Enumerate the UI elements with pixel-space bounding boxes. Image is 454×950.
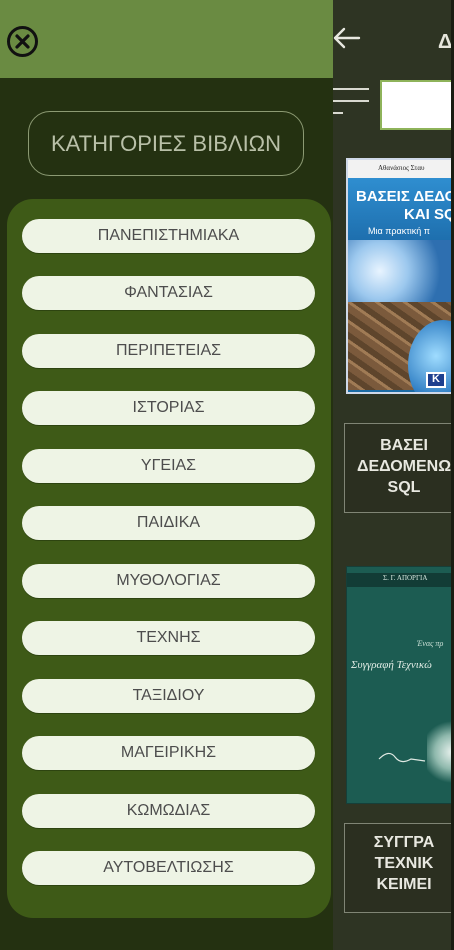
publisher-logo: K — [426, 372, 446, 388]
book-title-line: ΤΕΧΝΙΚ — [374, 855, 434, 872]
hamburger-menu-icon[interactable] — [333, 86, 369, 118]
book-title-line: ΣΥΓΓΡΑ — [373, 834, 435, 851]
book-title-line: ΚΕΙΜΕΙ — [376, 876, 432, 893]
cover-author: Αθανάσιος Σταυ — [378, 164, 425, 172]
categories-heading: ΚΑΤΗΓΟΡΙΕΣ ΒΙΒΛΙΩΝ — [28, 111, 304, 176]
category-item[interactable]: ΤΑΞΙΔΙΟΥ — [22, 679, 315, 713]
category-item[interactable]: ΤΕΧΝΗΣ — [22, 621, 315, 655]
cover-title: Συγγραφή Τεχνικώ — [351, 659, 432, 671]
book-title-2[interactable]: ΣΥΓΓΡΑ ΤΕΧΝΙΚ ΚΕΙΜΕΙ — [344, 823, 454, 913]
cover-title-line1: ΒΑΣΕΙΣ ΔΕΔΟ — [356, 188, 454, 205]
book-cover-2[interactable]: Σ. Γ. ΑΠΟΡΓΙΑ Ένας πρ Συγγραφή Τεχνικώ — [346, 566, 454, 804]
cover-subtitle: Μια πρακτική π — [368, 226, 431, 236]
signature-squiggle — [378, 752, 426, 763]
cover-author: Σ. Γ. ΑΠΟΡΓΙΑ — [383, 574, 428, 582]
category-item[interactable]: ΦΑΝΤΑΣΙΑΣ — [22, 276, 315, 310]
category-item[interactable]: ΚΩΜΩΔΙΑΣ — [22, 794, 315, 828]
cover-tagline: Ένας πρ — [417, 639, 444, 648]
category-item[interactable]: ΙΣΤΟΡΙΑΣ — [22, 391, 315, 425]
category-item[interactable]: ΥΓΕΙΑΣ — [22, 449, 315, 483]
category-list: ΠΑΝΕΠΙΣΤΗΜΙΑΚΑ ΦΑΝΤΑΣΙΑΣ ΠΕΡΙΠΕΤΕΙΑΣ ΙΣΤ… — [7, 199, 331, 918]
book-title-line: SQL — [387, 479, 421, 496]
drawer-header — [0, 0, 333, 78]
category-item[interactable]: ΠΑΝΕΠΙΣΤΗΜΙΑΚΑ — [22, 219, 315, 253]
close-circle-icon[interactable] — [6, 25, 39, 58]
categories-drawer: ΚΑΤΗΓΟΡΙΕΣ ΒΙΒΛΙΩΝ ΠΑΝΕΠΙΣΤΗΜΙΑΚΑ ΦΑΝΤΑΣ… — [0, 0, 333, 950]
category-item[interactable]: ΠΑΙΔΙΚΑ — [22, 506, 315, 540]
search-input[interactable] — [380, 80, 454, 130]
book-title-1[interactable]: ΒΑΣΕΙ ΔΕΔΟΜΕΝΩ SQL — [344, 423, 454, 513]
cover-title-line2: ΚΑΙ SQ — [404, 206, 454, 223]
book-cover-1[interactable]: Αθανάσιος Σταυ ΒΑΣΕΙΣ ΔΕΔΟ ΚΑΙ SQ Μια πρ… — [346, 158, 454, 394]
category-item[interactable]: ΜΥΘΟΛΟΓΙΑΣ — [22, 564, 315, 598]
category-item[interactable]: ΑΥΤΟΒΕΛΤΙΩΣΗΣ — [22, 851, 315, 885]
book-title-line: ΔΕΔΟΜΕΝΩ — [356, 458, 452, 475]
book-title-line: ΒΑΣΕΙ — [380, 437, 428, 454]
category-item[interactable]: ΜΑΓΕΙΡΙΚΗΣ — [22, 736, 315, 770]
category-item[interactable]: ΠΕΡΙΠΕΤΕΙΑΣ — [22, 334, 315, 368]
arrow-left-icon[interactable] — [330, 24, 362, 52]
